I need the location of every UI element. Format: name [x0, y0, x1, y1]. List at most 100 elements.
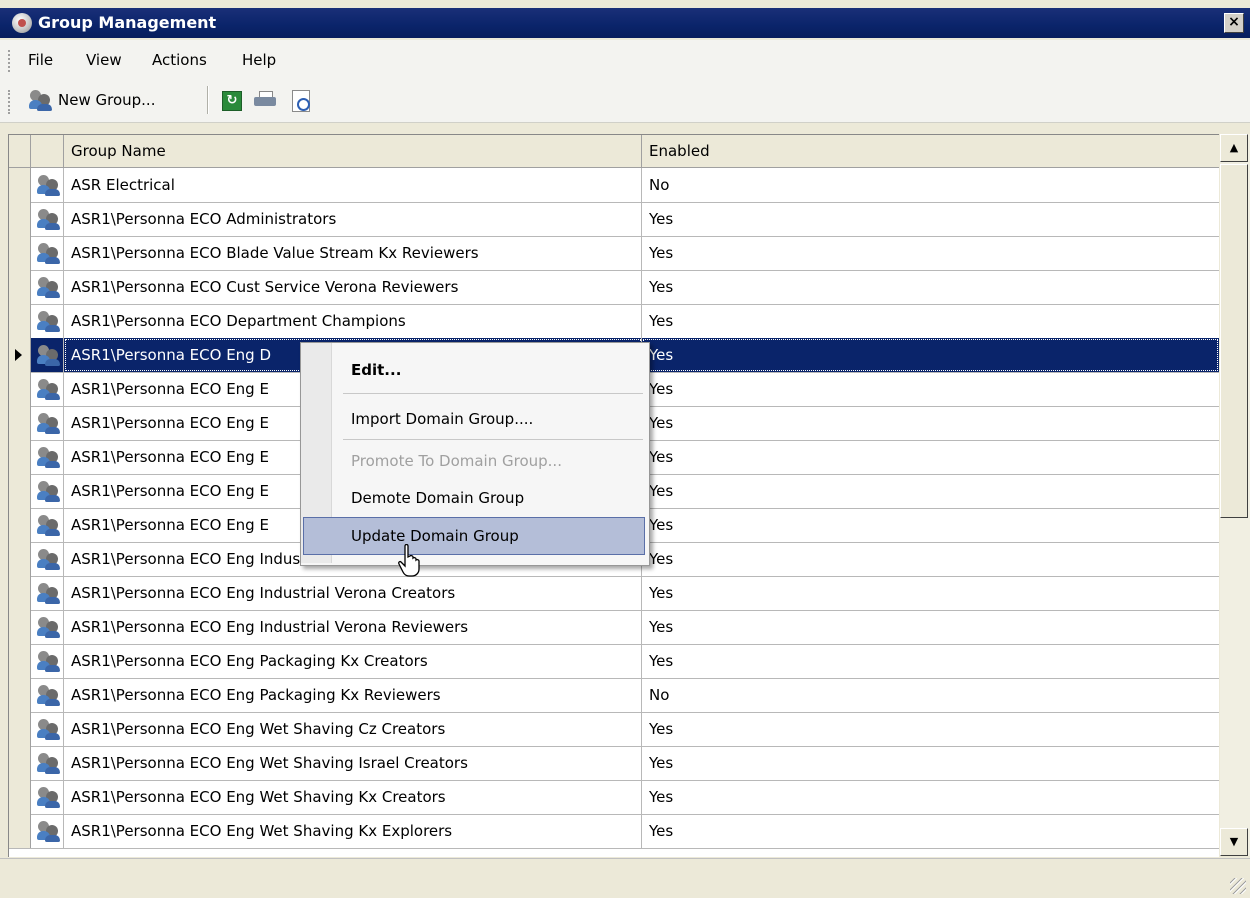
row-selector[interactable] [9, 644, 31, 678]
enabled-cell[interactable]: Yes [642, 202, 1219, 236]
table-row[interactable]: ASR Electrical No [9, 168, 1219, 203]
group-name-cell[interactable]: ASR1\Personna ECO Eng Wet Shaving Israel… [64, 746, 642, 780]
table-row[interactable]: ASR1\Personna ECO Eng Industrial Verona … [9, 610, 1219, 645]
row-selector[interactable] [9, 406, 31, 440]
enabled-cell[interactable]: Yes [642, 270, 1219, 304]
group-name-cell[interactable]: ASR1\Personna ECO Eng Wet Shaving Kx Cre… [64, 780, 642, 814]
enabled-cell[interactable]: Yes [642, 644, 1219, 678]
group-name-cell[interactable]: ASR1\Personna ECO Department Champions [64, 304, 642, 338]
header-enabled[interactable]: Enabled [642, 135, 1219, 167]
toolbar-grip [8, 90, 13, 114]
group-name-cell[interactable]: ASR1\Personna ECO Eng Packaging Kx Creat… [64, 644, 642, 678]
table-row[interactable]: ASR1\Personna ECO Eng Wet Shaving Israel… [9, 746, 1219, 781]
row-selector[interactable] [9, 236, 31, 270]
enabled-cell[interactable]: Yes [642, 474, 1219, 508]
group-icon [37, 413, 60, 434]
scroll-down-button[interactable]: ▼ [1220, 828, 1248, 856]
row-icon-cell [31, 440, 64, 474]
row-selector[interactable] [9, 168, 31, 202]
menu-file[interactable]: File [28, 51, 53, 69]
group-icon [37, 515, 60, 536]
row-selector[interactable] [9, 304, 31, 338]
scroll-up-button[interactable]: ▲ [1220, 134, 1248, 162]
row-selector[interactable] [9, 678, 31, 712]
enabled-cell[interactable]: Yes [642, 236, 1219, 270]
enabled-cell[interactable]: Yes [642, 610, 1219, 644]
group-name-cell[interactable]: ASR Electrical [64, 168, 642, 202]
group-icon [37, 447, 60, 468]
table-row[interactable]: ASR1\Personna ECO Eng Wet Shaving Kx Cre… [9, 780, 1219, 815]
ctx-edit[interactable]: Edit... [351, 355, 401, 385]
resize-grip[interactable] [1230, 878, 1246, 894]
group-name-cell[interactable]: ASR1\Personna ECO Eng Industrial Verona … [64, 576, 642, 610]
row-selector[interactable] [9, 440, 31, 474]
row-selector[interactable] [9, 780, 31, 814]
refresh-icon[interactable]: ↻ [222, 91, 242, 111]
enabled-cell[interactable]: Yes [642, 440, 1219, 474]
ctx-import-domain-group[interactable]: Import Domain Group.... [351, 404, 533, 434]
menu-actions[interactable]: Actions [152, 51, 207, 69]
enabled-cell[interactable]: Yes [642, 372, 1219, 406]
group-name-cell[interactable]: ASR1\Personna ECO Blade Value Stream Kx … [64, 236, 642, 270]
ctx-update-domain-group[interactable]: Update Domain Group [351, 521, 519, 551]
vertical-scrollbar[interactable]: ▲ ▼ [1220, 134, 1250, 856]
table-row[interactable]: ASR1\Personna ECO Eng Industrial Verona … [9, 576, 1219, 611]
menu-view[interactable]: View [86, 51, 122, 69]
row-selector[interactable] [9, 542, 31, 576]
group-name-cell[interactable]: ASR1\Personna ECO Eng Industrial Verona … [64, 610, 642, 644]
enabled-cell[interactable]: Yes [642, 542, 1219, 576]
row-selector[interactable] [9, 474, 31, 508]
scroll-thumb[interactable] [1220, 164, 1248, 518]
close-button[interactable]: × [1224, 13, 1244, 33]
row-selector[interactable] [9, 610, 31, 644]
group-name-cell[interactable]: ASR1\Personna ECO Eng Wet Shaving Cz Cre… [64, 712, 642, 746]
hand-cursor-icon [398, 544, 420, 577]
row-selector[interactable] [9, 372, 31, 406]
table-row[interactable]: ASR1\Personna ECO Cust Service Verona Re… [9, 270, 1219, 305]
table-row[interactable]: ASR1\Personna ECO Eng Packaging Kx Creat… [9, 644, 1219, 679]
toolbar-separator [207, 86, 209, 114]
enabled-cell[interactable]: No [642, 678, 1219, 712]
menu-help[interactable]: Help [242, 51, 276, 69]
print-preview-icon[interactable] [292, 90, 310, 112]
table-row[interactable]: ASR1\Personna ECO Eng Wet Shaving Kx Exp… [9, 814, 1219, 849]
enabled-cell[interactable]: Yes [642, 304, 1219, 338]
row-selector[interactable] [9, 814, 31, 848]
enabled-cell[interactable]: Yes [642, 780, 1219, 814]
enabled-cell[interactable]: Yes [642, 576, 1219, 610]
row-icon-cell [31, 746, 64, 780]
table-row[interactable]: ASR1\Personna ECO Blade Value Stream Kx … [9, 236, 1219, 271]
group-icon [37, 209, 60, 230]
header-group-name[interactable]: Group Name [64, 135, 642, 167]
ctx-separator [343, 439, 643, 440]
enabled-cell[interactable]: Yes [642, 338, 1219, 372]
ctx-demote-domain-group[interactable]: Demote Domain Group [351, 483, 524, 513]
row-selector[interactable] [9, 746, 31, 780]
enabled-cell[interactable]: Yes [642, 508, 1219, 542]
row-selector[interactable] [9, 576, 31, 610]
print-icon[interactable] [254, 91, 276, 109]
enabled-cell[interactable]: Yes [642, 814, 1219, 848]
new-group-button[interactable]: New Group... [29, 88, 205, 114]
header-row-selector [9, 135, 31, 167]
enabled-cell[interactable]: Yes [642, 712, 1219, 746]
group-name-cell[interactable]: ASR1\Personna ECO Administrators [64, 202, 642, 236]
enabled-cell[interactable]: Yes [642, 406, 1219, 440]
enabled-cell[interactable]: No [642, 168, 1219, 202]
table-row[interactable]: ASR1\Personna ECO Eng Packaging Kx Revie… [9, 678, 1219, 713]
group-name-cell[interactable]: ASR1\Personna ECO Eng Packaging Kx Revie… [64, 678, 642, 712]
table-row[interactable]: ASR1\Personna ECO Administrators Yes [9, 202, 1219, 237]
row-selector[interactable] [9, 202, 31, 236]
group-name-cell[interactable]: ASR1\Personna ECO Cust Service Verona Re… [64, 270, 642, 304]
group-name-cell[interactable]: ASR1\Personna ECO Eng Wet Shaving Kx Exp… [64, 814, 642, 848]
row-selector[interactable] [9, 508, 31, 542]
enabled-cell[interactable]: Yes [642, 746, 1219, 780]
row-selector[interactable] [9, 338, 31, 372]
table-row[interactable]: ASR1\Personna ECO Department Champions Ye… [9, 304, 1219, 339]
group-icon [29, 90, 52, 111]
row-icon-cell [31, 814, 64, 848]
table-row[interactable]: ASR1\Personna ECO Eng Wet Shaving Cz Cre… [9, 712, 1219, 747]
row-icon-cell [31, 236, 64, 270]
row-selector[interactable] [9, 270, 31, 304]
row-selector[interactable] [9, 712, 31, 746]
